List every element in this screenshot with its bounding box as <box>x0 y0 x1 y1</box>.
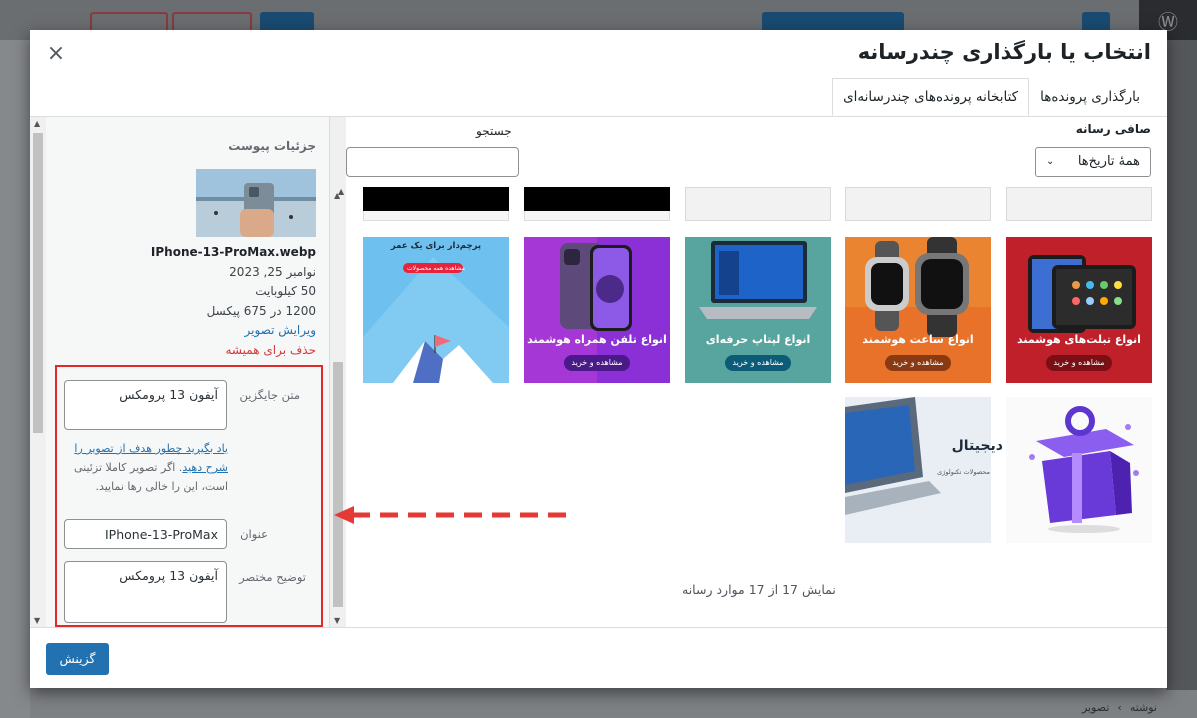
annotation-arrow-icon <box>334 506 566 524</box>
caption-field[interactable]: آیفون 13 پرومکس <box>64 561 227 623</box>
tile-subtitle: محصولات تکنولوژی <box>937 468 990 476</box>
media-tile-flag[interactable] <box>363 237 509 383</box>
chevron-down-icon: ⌄ <box>1046 156 1055 167</box>
media-tile[interactable] <box>685 187 831 221</box>
tile-image <box>524 187 670 211</box>
tile-title: انواع ساعت هوشمند <box>862 333 974 346</box>
search-label: جستجو <box>476 124 512 138</box>
attachment-details-heading: جزئیات پیوست <box>228 139 316 153</box>
divider <box>30 627 1167 628</box>
attachment-date: نوامبر 25, 2023 <box>229 264 316 279</box>
tile-cta: مشاهده و خرید <box>1046 355 1112 371</box>
bg-panel <box>1166 40 1197 690</box>
caption-label: توضیح مختصر <box>239 570 306 584</box>
tile-cta: مشاهده و خرید <box>564 355 630 371</box>
alt-text-field[interactable]: آیفون 13 پرومکس <box>64 380 227 430</box>
sidebar-scrollbar[interactable]: ▲ ▼ <box>30 117 46 627</box>
alt-text-label: متن جایگزین <box>239 388 300 402</box>
scroll-down-icon[interactable]: ▼ <box>34 616 40 625</box>
attachment-info: IPhone-13-ProMax.webp نوامبر 25, 2023 50… <box>76 243 316 360</box>
modal-title: انتخاب یا بارگذاری چندرسانه <box>857 40 1151 64</box>
media-tile[interactable] <box>1006 187 1152 221</box>
media-tile[interactable] <box>363 187 509 221</box>
search-input[interactable] <box>346 147 519 177</box>
tab-media-library[interactable]: کتابخانه پرونده‌های چندرسانه‌ای <box>832 78 1030 116</box>
media-count-text: نمایش 17 از 17 موارد رسانه <box>682 582 836 597</box>
attachment-size: 50 کیلوبایت <box>255 284 316 298</box>
filter-value: همهٔ تاریخ‌ها <box>1077 154 1140 169</box>
breadcrumb: نوشته › تصویر <box>1082 701 1157 714</box>
date-filter-select[interactable]: همهٔ تاریخ‌ها ⌄ <box>1035 147 1151 177</box>
breadcrumb-separator: › <box>1117 701 1122 714</box>
tab-upload-files[interactable]: بارگذاری پرونده‌ها <box>1029 78 1151 116</box>
close-icon[interactable]: × <box>46 43 66 65</box>
media-tile[interactable] <box>524 187 670 221</box>
alt-text-help: یاد بگیرید چطور هدف از تصویر را شرح دهید… <box>68 439 228 496</box>
edit-image-link[interactable]: ویرایش تصویر <box>76 321 316 341</box>
select-button[interactable]: گزینش <box>46 643 109 675</box>
media-tile[interactable] <box>845 187 991 221</box>
attachment-filename: IPhone-13-ProMax.webp <box>150 245 316 259</box>
scroll-up-icon[interactable]: ▲ <box>338 187 344 196</box>
attachment-dimensions: 1200 در 675 پیکسل <box>206 303 316 318</box>
tile-title: دیجیتال <box>951 438 1003 454</box>
tile-title: انواع تبلت‌های هوشمند <box>1017 333 1141 346</box>
tile-cta: مشاهده همه محصولات <box>407 265 465 272</box>
tile-title: انواع لپتاپ حرفه‌ای <box>705 333 811 346</box>
title-field[interactable] <box>64 519 227 549</box>
title-label: عنوان <box>240 527 268 541</box>
bg-panel <box>0 40 30 718</box>
tile-cta: مشاهده و خرید <box>885 355 951 371</box>
tile-title: پرچم‌دار برای یک عمر <box>390 241 482 251</box>
scroll-up-icon[interactable]: ▲ <box>34 119 40 128</box>
scrollbar-thumb[interactable] <box>33 133 43 433</box>
media-tile-gift[interactable] <box>1006 397 1152 543</box>
grid-scrollbar[interactable]: ▲ <box>334 185 350 627</box>
filter-label: صافی رسانه <box>1075 122 1151 136</box>
breadcrumb-item[interactable]: نوشته <box>1130 701 1157 714</box>
media-tabs: بارگذاری پرونده‌ها کتابخانه پرونده‌های چ… <box>832 78 1151 116</box>
media-modal: انتخاب یا بارگذاری چندرسانه × بارگذاری پ… <box>30 30 1167 688</box>
delete-permanently-link[interactable]: حذف برای همیشه <box>76 341 317 361</box>
tile-image <box>363 187 509 211</box>
breadcrumb-item[interactable]: تصویر <box>1082 701 1109 714</box>
tile-cta: مشاهده و خرید <box>725 355 791 371</box>
tile-title: انواع تلفن همراه هوشمند <box>527 333 667 346</box>
attachment-thumbnail <box>196 169 316 237</box>
